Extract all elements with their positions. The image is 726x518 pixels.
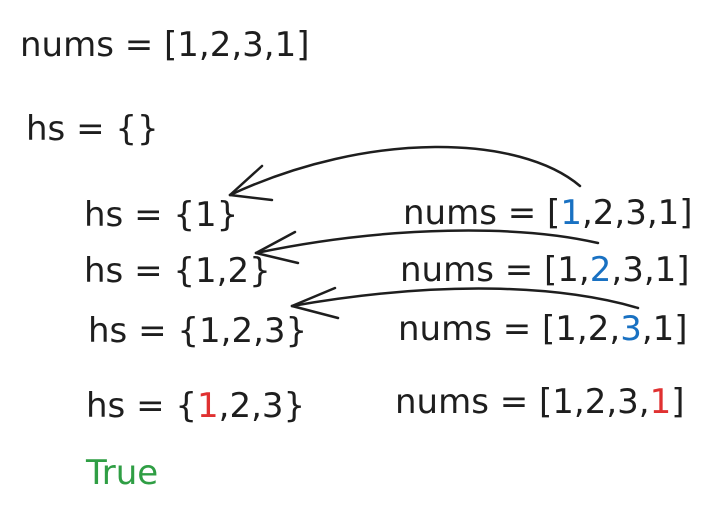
insert-arrows: [228, 145, 640, 320]
insert-arrow-1: [228, 145, 582, 202]
insert-arrow-2: [254, 229, 600, 265]
insert-arrow-3: [290, 286, 640, 320]
